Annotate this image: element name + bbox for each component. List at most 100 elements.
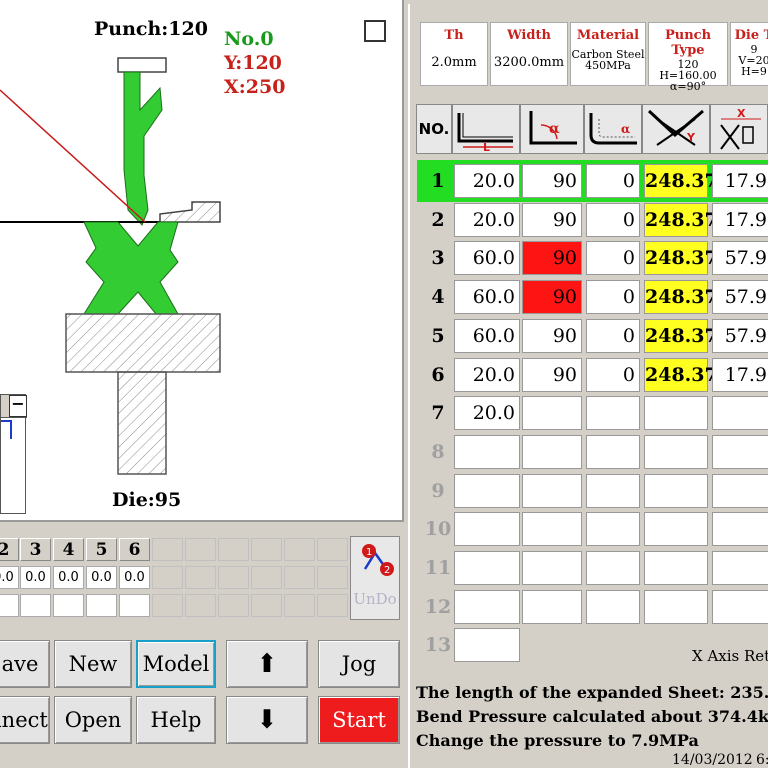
table-cell-angle[interactable]: 90 (522, 241, 582, 276)
table-cell-x[interactable]: 17.9 (712, 164, 768, 198)
table-cell-pressure[interactable] (644, 551, 708, 585)
table-cell-c3[interactable] (586, 512, 640, 547)
table-cell-x[interactable] (712, 551, 768, 585)
grid-value-cell[interactable]: 0.0 (20, 566, 51, 589)
table-cell-c3[interactable] (586, 473, 640, 508)
jog-button[interactable]: Jog (318, 640, 400, 688)
table-cell-x[interactable] (712, 396, 768, 431)
table-cell-L[interactable]: 60.0 (454, 241, 520, 276)
open-button[interactable]: Open (54, 696, 132, 744)
grid-empty-cell[interactable] (119, 594, 150, 617)
table-cell-L[interactable] (454, 473, 520, 508)
table-cell-x[interactable]: 57.9 (712, 318, 768, 353)
save-button[interactable]: ave (0, 640, 50, 688)
table-cell-angle[interactable]: 90 (522, 357, 582, 392)
table-cell-pressure[interactable] (644, 434, 708, 469)
table-cell-c3[interactable] (586, 551, 640, 585)
row-number[interactable]: 6 (422, 364, 454, 386)
table-cell-L[interactable]: 60.0 (454, 280, 520, 315)
table-cell-L[interactable]: 20.0 (454, 357, 520, 392)
grid-empty-cell[interactable] (53, 594, 84, 617)
row-number[interactable]: 13 (422, 634, 454, 656)
table-cell-pressure[interactable]: 248.37 (644, 241, 718, 276)
connect-button[interactable]: nnect (0, 696, 50, 744)
grid-value-cell[interactable]: 0.0 (86, 566, 117, 589)
table-cell-angle[interactable] (522, 396, 582, 431)
table-cell-L[interactable] (454, 434, 520, 469)
table-cell-x[interactable]: 57.9 (712, 241, 768, 276)
table-cell-angle[interactable] (522, 512, 582, 547)
row-number[interactable]: 4 (422, 286, 454, 308)
grid-empty-cell[interactable] (0, 594, 19, 617)
table-cell-pressure[interactable] (644, 589, 708, 624)
table-cell-pressure[interactable] (644, 473, 708, 508)
table-cell-x[interactable] (712, 473, 768, 508)
table-cell-angle[interactable]: 90 (522, 280, 582, 315)
table-cell-angle[interactable] (522, 434, 582, 469)
down-arrow-button[interactable]: ⬇ (226, 696, 308, 744)
table-cell-x[interactable]: 17.9 (712, 357, 768, 392)
table-cell-angle[interactable]: 90 (522, 318, 582, 353)
param-material[interactable]: Material Carbon Steel 450MPa (570, 22, 646, 86)
table-cell-pressure[interactable]: 248.37 (644, 318, 718, 353)
row-number[interactable]: 10 (422, 518, 454, 540)
row-number[interactable]: 9 (422, 480, 454, 502)
table-cell-L[interactable]: 20.0 (454, 396, 520, 431)
grid-value-cell[interactable]: 0.0 (53, 566, 84, 589)
table-cell-c3[interactable] (586, 396, 640, 431)
table-cell-L[interactable]: 60.0 (454, 318, 520, 353)
up-arrow-button[interactable]: ⬆ (226, 640, 308, 688)
table-cell-L[interactable] (454, 551, 520, 585)
row-number[interactable]: 12 (422, 596, 454, 618)
table-cell-L[interactable]: 20.0 (454, 202, 520, 237)
grid-empty-cell[interactable] (20, 594, 51, 617)
grid-empty-cell[interactable] (86, 594, 117, 617)
table-cell-pressure[interactable]: 248.37 (644, 202, 718, 237)
table-cell-angle[interactable]: 90 (522, 164, 582, 198)
row-number[interactable]: 2 (422, 209, 454, 231)
table-cell-c3[interactable] (586, 589, 640, 624)
table-cell-L[interactable] (454, 589, 520, 624)
param-th[interactable]: Th 2.0mm (420, 22, 488, 86)
row-number[interactable]: 8 (422, 441, 454, 463)
table-cell-pressure[interactable]: 248.37 (644, 280, 718, 315)
table-cell-c3[interactable]: 0 (586, 202, 640, 237)
table-cell-pressure[interactable] (644, 396, 708, 431)
model-button[interactable]: Model (136, 640, 216, 688)
table-cell-c3[interactable]: 0 (586, 164, 640, 198)
table-cell-angle[interactable] (522, 551, 582, 585)
table-cell-pressure[interactable]: 248.37 (644, 357, 718, 392)
table-cell-c3[interactable] (586, 434, 640, 469)
minimize-button[interactable]: − (9, 395, 27, 417)
table-cell-c3[interactable]: 0 (586, 357, 640, 392)
grid-value-cell[interactable]: 0.0 (0, 566, 19, 589)
table-cell-angle[interactable]: 90 (522, 202, 582, 237)
maximize-button[interactable] (364, 20, 386, 42)
start-button[interactable]: Start (318, 696, 400, 744)
table-cell-c3[interactable]: 0 (586, 280, 640, 315)
table-cell-x[interactable] (712, 512, 768, 547)
param-die-t[interactable]: Die T9V=20H=9 (730, 22, 768, 86)
param-width[interactable]: Width 3200.0mm (490, 22, 568, 86)
table-cell-pressure[interactable]: 248.37 (644, 164, 718, 198)
grid-value-cell[interactable]: 0.0 (119, 566, 150, 589)
table-cell-x[interactable] (712, 434, 768, 469)
table-cell-L[interactable] (454, 512, 520, 547)
help-button[interactable]: Help (136, 696, 216, 744)
table-cell-x[interactable]: 17.9 (712, 202, 768, 237)
table-cell-c3[interactable]: 0 (586, 318, 640, 353)
row-number[interactable]: 7 (422, 402, 454, 424)
table-cell-x[interactable]: 57.9 (712, 280, 768, 315)
table-cell-x[interactable] (712, 589, 768, 624)
param-punch-type[interactable]: Punch Type 120 H=160.00 α=90° (648, 22, 728, 92)
row-number[interactable]: 11 (422, 557, 454, 579)
row-number[interactable]: 5 (422, 325, 454, 347)
table-cell-angle[interactable] (522, 473, 582, 508)
table-cell-angle[interactable] (522, 589, 582, 624)
row-number[interactable]: 1 (422, 170, 454, 192)
table-cell-L[interactable]: 20.0 (454, 164, 520, 198)
table-cell-L[interactable] (454, 628, 520, 663)
table-cell-c3[interactable]: 0 (586, 241, 640, 276)
new-button[interactable]: New (54, 640, 132, 688)
row-number[interactable]: 3 (422, 247, 454, 269)
